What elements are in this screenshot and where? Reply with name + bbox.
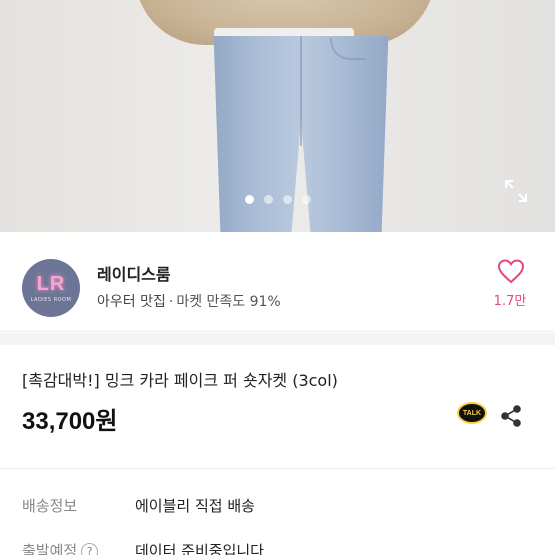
heart-icon[interactable]	[497, 258, 525, 284]
departure-value: 데이터 준비중입니다	[135, 542, 264, 555]
seller-satisfaction: 마켓 만족도 91%	[176, 294, 281, 310]
seller-name[interactable]: 레이디스룸	[97, 261, 171, 285]
departure-label: 출발예정	[22, 542, 78, 555]
avatar-logo-subtext: LADIES ROOM	[30, 296, 72, 303]
product-price: 33,700원	[22, 408, 118, 435]
seller-category: 아우터 맛집	[97, 294, 166, 310]
gallery-dot[interactable]	[263, 195, 273, 204]
talk-icon: TALK	[457, 402, 487, 424]
image-seam	[300, 36, 302, 146]
share-icon[interactable]	[499, 404, 523, 428]
shipping-value: 에이블리 직접 배송	[135, 497, 255, 515]
kakao-talk-button[interactable]: TALK	[457, 402, 489, 428]
seller-avatar[interactable]: LR LADIES ROOM	[22, 259, 80, 317]
seller-meta: 아우터 맛집 · 마켓 만족도 91%	[97, 291, 281, 311]
meta-separator: ·	[168, 294, 174, 310]
gallery-dot[interactable]	[244, 195, 254, 204]
gallery-dot[interactable]	[282, 195, 292, 204]
product-image[interactable]	[0, 0, 555, 232]
gallery-dots	[0, 195, 555, 204]
help-icon[interactable]: ?	[81, 543, 99, 555]
gallery-dot[interactable]	[301, 195, 311, 204]
shipping-label: 배송정보	[22, 497, 78, 515]
avatar-logo-text: LR	[36, 272, 66, 295]
expand-icon[interactable]	[503, 178, 529, 204]
departure-label-group: 출발예정?	[22, 540, 135, 555]
like-count: 1.7만	[493, 294, 527, 309]
section-gap	[0, 333, 555, 345]
talk-label: TALK	[462, 409, 482, 417]
departure-info-row: 출발예정? 데이터 준비중입니다	[22, 540, 264, 555]
section-divider	[0, 468, 555, 469]
seller-row[interactable]: LR LADIES ROOM 레이디스룸 아우터 맛집 · 마켓 만족도 91% 1…	[0, 232, 555, 332]
product-title: [촉감대박!] 밍크 카라 페이크 퍼 숏자켓 (3col)	[22, 371, 338, 390]
shipping-info-row: 배송정보 에이블리 직접 배송	[22, 495, 255, 516]
